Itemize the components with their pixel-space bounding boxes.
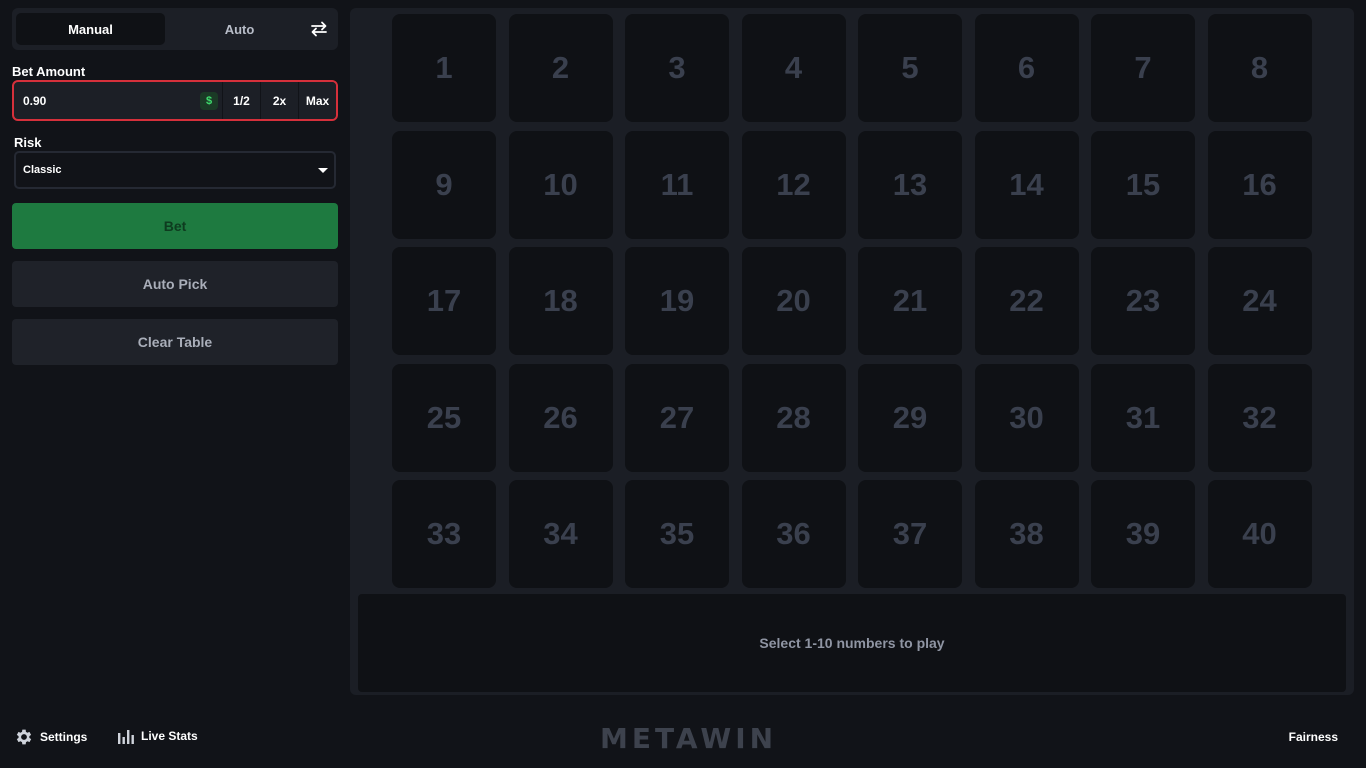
- bet-amount-row: $ 1/2 2x Max: [12, 80, 338, 121]
- keno-tile[interactable]: 26: [508, 363, 613, 472]
- keno-tile[interactable]: 28: [741, 363, 846, 472]
- keno-tile[interactable]: 10: [508, 130, 613, 239]
- bet-amount-label: Bet Amount: [12, 64, 86, 79]
- keno-tile[interactable]: 20: [741, 247, 846, 355]
- info-message: Select 1-10 numbers to play: [358, 594, 1346, 692]
- keno-tile[interactable]: 30: [974, 363, 1079, 472]
- keno-tile[interactable]: 17: [392, 247, 496, 355]
- keno-tile[interactable]: 5: [858, 14, 962, 122]
- keno-tile[interactable]: 36: [741, 480, 846, 588]
- footer: Settings Live Stats METAWIN Fairness: [0, 718, 1366, 758]
- swap-icon[interactable]: [308, 18, 330, 40]
- half-bet-button[interactable]: 1/2: [222, 82, 260, 119]
- auto-pick-button[interactable]: Auto Pick: [12, 261, 338, 307]
- keno-tile[interactable]: 39: [1091, 480, 1195, 588]
- live-stats-label: Live Stats: [141, 729, 198, 743]
- keno-tile[interactable]: 14: [974, 130, 1079, 239]
- keno-tile[interactable]: 8: [1207, 14, 1312, 122]
- metawin-logo: METAWIN: [600, 722, 778, 755]
- keno-tile[interactable]: 40: [1207, 480, 1312, 588]
- keno-tile[interactable]: 1: [392, 14, 496, 122]
- settings-button[interactable]: Settings: [14, 727, 87, 747]
- keno-tile[interactable]: 21: [858, 247, 962, 355]
- keno-tile[interactable]: 32: [1207, 363, 1312, 472]
- keno-tile[interactable]: 31: [1091, 363, 1195, 472]
- mode-switch: Manual Auto: [12, 8, 338, 50]
- keno-tile[interactable]: 4: [741, 14, 846, 122]
- bet-control-panel: Manual Auto Bet Amount $ 1/2 2x Max Risk…: [12, 8, 338, 365]
- keno-tile[interactable]: 29: [858, 363, 962, 472]
- keno-tile[interactable]: 2: [508, 14, 613, 122]
- keno-tile[interactable]: 11: [625, 130, 729, 239]
- currency-icon: $: [200, 91, 218, 110]
- keno-board: 1 2 3 4 5 6 7 8 9 10 11 12 13 14 15 16 17 18 19 20 21 22 23 24 2…: [350, 8, 1354, 695]
- keno-tile[interactable]: 33: [392, 480, 496, 588]
- keno-tile[interactable]: 15: [1091, 130, 1195, 239]
- keno-tile[interactable]: 12: [741, 130, 846, 239]
- risk-select[interactable]: Classic: [14, 151, 336, 189]
- keno-tile[interactable]: 6: [974, 14, 1079, 122]
- chevron-down-icon: [318, 167, 328, 173]
- keno-tile[interactable]: 9: [392, 130, 496, 239]
- keno-tile[interactable]: 7: [1091, 14, 1195, 122]
- keno-tile[interactable]: 16: [1207, 130, 1312, 239]
- tile-grid: 1 2 3 4 5 6 7 8 9 10 11 12 13 14 15 16 17 18 19 20 21 22 23 24 2…: [392, 14, 1312, 588]
- keno-tile[interactable]: 13: [858, 130, 962, 239]
- keno-tile[interactable]: 38: [974, 480, 1079, 588]
- tab-auto[interactable]: Auto: [165, 13, 314, 45]
- keno-tile[interactable]: 3: [625, 14, 729, 122]
- bar-chart-icon: [118, 730, 134, 744]
- keno-tile[interactable]: 23: [1091, 247, 1195, 355]
- keno-tile[interactable]: 27: [625, 363, 729, 472]
- keno-tile[interactable]: 19: [625, 247, 729, 355]
- keno-tile[interactable]: 34: [508, 480, 613, 588]
- bet-button[interactable]: Bet: [12, 203, 338, 249]
- risk-label: Risk: [14, 135, 42, 150]
- settings-label: Settings: [40, 730, 88, 744]
- max-bet-button[interactable]: Max: [298, 82, 336, 119]
- clear-table-button[interactable]: Clear Table: [12, 319, 338, 365]
- tab-manual[interactable]: Manual: [16, 13, 165, 45]
- double-bet-button[interactable]: 2x: [260, 82, 298, 119]
- keno-tile[interactable]: 22: [974, 247, 1079, 355]
- gear-icon: [16, 729, 32, 745]
- bet-amount-field-wrap: $: [14, 82, 222, 119]
- keno-tile[interactable]: 37: [858, 480, 962, 588]
- bet-amount-input[interactable]: [14, 82, 222, 119]
- keno-tile[interactable]: 24: [1207, 247, 1312, 355]
- live-stats-button[interactable]: Live Stats: [117, 727, 198, 745]
- fairness-link[interactable]: Fairness: [1289, 730, 1338, 744]
- keno-tile[interactable]: 35: [625, 480, 729, 588]
- keno-tile[interactable]: 25: [392, 363, 496, 472]
- keno-tile[interactable]: 18: [508, 247, 613, 355]
- risk-selected-value: Classic: [23, 164, 62, 176]
